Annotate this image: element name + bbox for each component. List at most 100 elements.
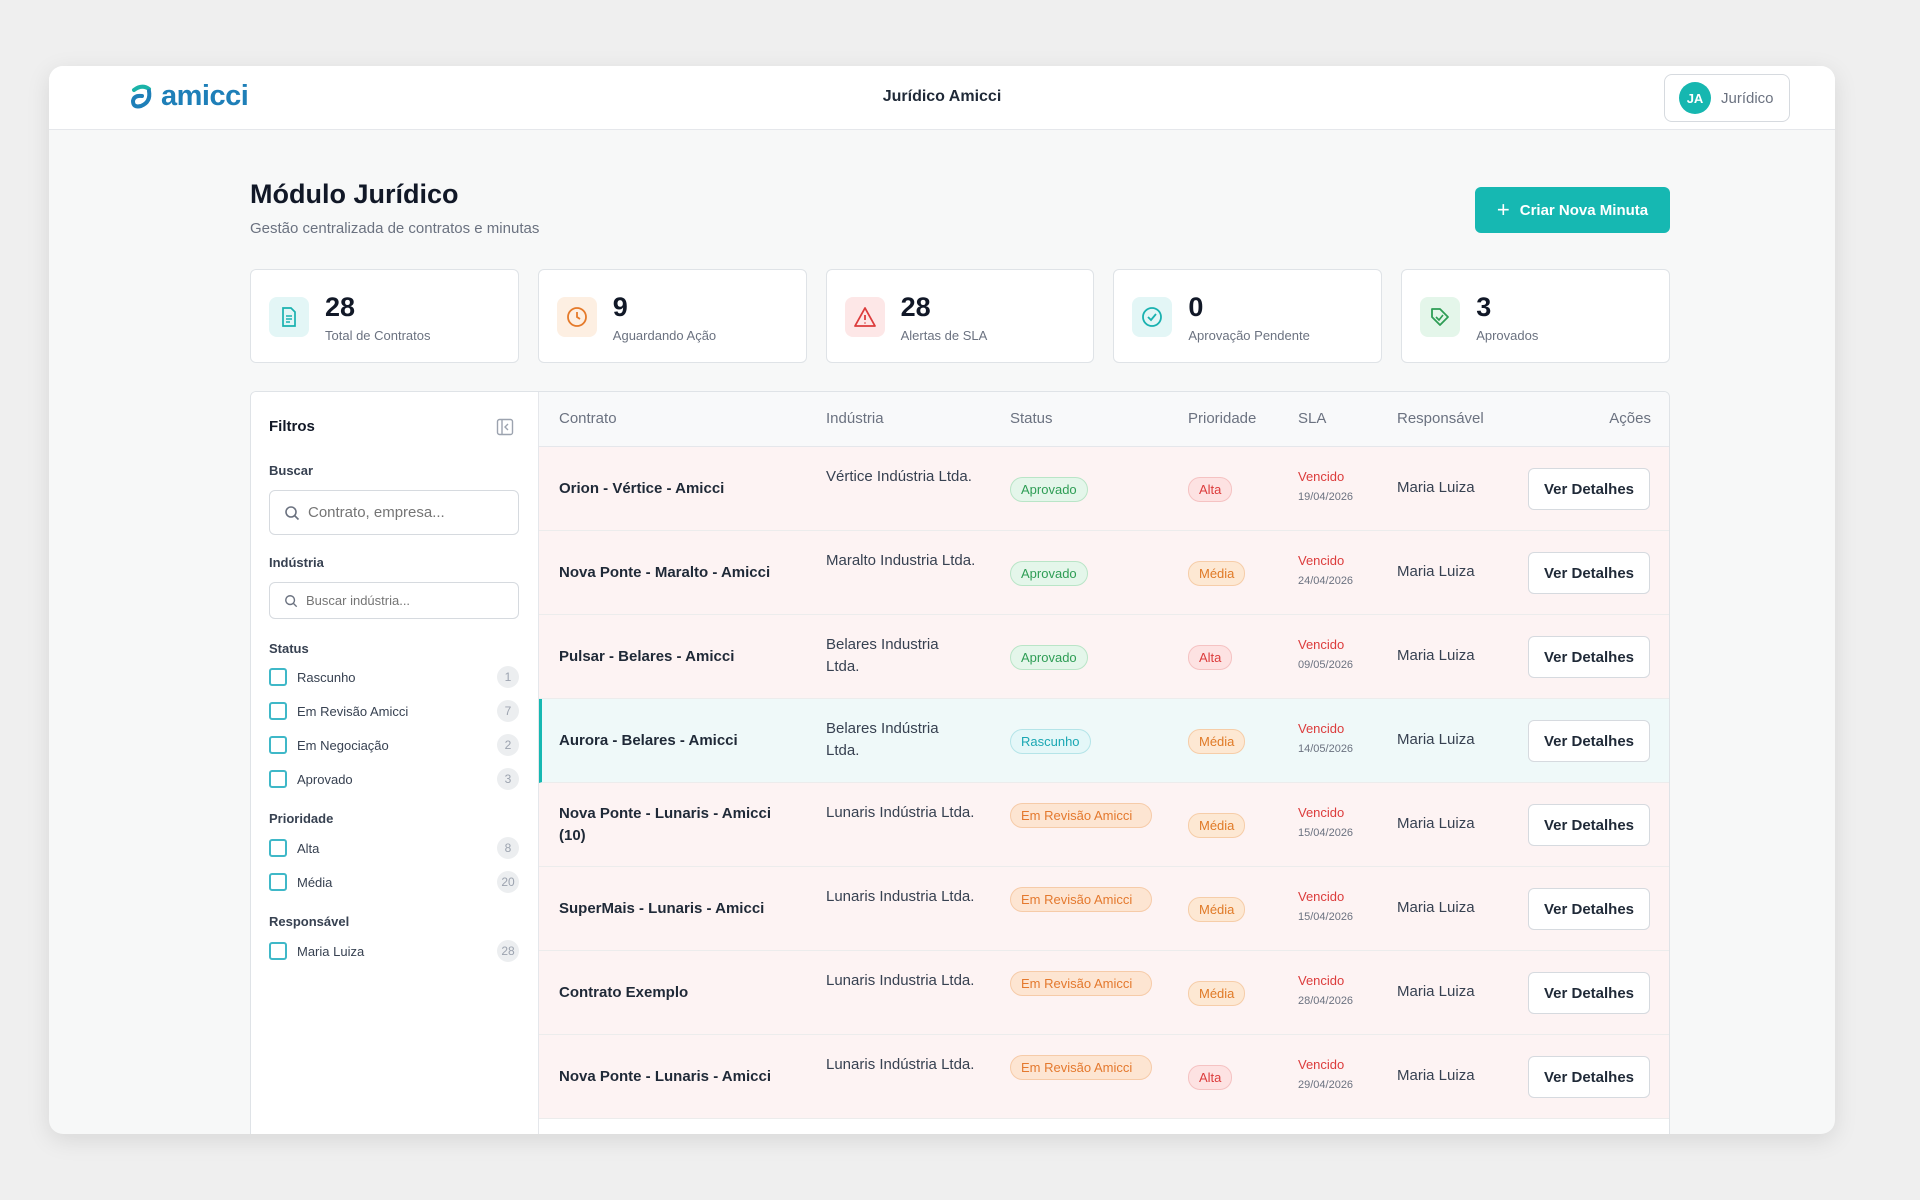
- checkbox[interactable]: [269, 770, 287, 788]
- column-header-contract[interactable]: Contrato: [559, 410, 617, 427]
- top-bar: amicci Jurídico Amicci JA Jurídico: [49, 66, 1835, 130]
- user-menu-button[interactable]: JA Jurídico: [1664, 74, 1790, 122]
- table-row[interactable]: SuperMais - Lunaris - Amicci Lunaris Indu…: [539, 867, 1669, 951]
- option-count: 20: [497, 871, 519, 893]
- view-details-button[interactable]: Ver Detalhes: [1528, 552, 1650, 594]
- sla-status: Vencido: [1298, 889, 1345, 904]
- column-header-status[interactable]: Status: [1010, 410, 1053, 427]
- checkbox[interactable]: [269, 668, 287, 686]
- sla-date: 15/04/2026: [1298, 911, 1354, 923]
- option-label: Média: [297, 874, 333, 890]
- column-header-actions: Ações: [1609, 410, 1651, 427]
- search-input[interactable]: [308, 504, 498, 521]
- clock-icon: [556, 297, 597, 337]
- checkbox[interactable]: [269, 942, 287, 960]
- table-row[interactable]: Nova Ponte - Lunaris - Amicci (10) Lunari…: [539, 783, 1669, 867]
- status-badge: Aprovado: [1010, 477, 1088, 502]
- column-header-industry[interactable]: Indústria: [826, 410, 884, 427]
- industry-name: Lunaris Indústria Ltda.: [826, 804, 975, 821]
- table-row[interactable]: Nova Ponte - Maralto - Amicci Maralto Ind…: [539, 531, 1669, 615]
- avatar: JA: [1679, 82, 1711, 114]
- view-details-button[interactable]: Ver Detalhes: [1528, 804, 1650, 846]
- filter-option-owner[interactable]: Maria Luiza 28: [269, 940, 519, 962]
- filter-option-status[interactable]: Em Revisão Amicci 7: [269, 700, 519, 722]
- filter-option-status[interactable]: Aprovado 3: [269, 768, 519, 790]
- table-row[interactable]: Aurora - Belares - Amicci Belares Indústr…: [539, 699, 1669, 783]
- option-count: 3: [497, 768, 519, 790]
- priority-badge: Média: [1188, 729, 1246, 754]
- industry-label: Indústria: [269, 555, 324, 570]
- priority-badge: Alta: [1188, 477, 1233, 502]
- column-header-owner[interactable]: Responsável: [1397, 410, 1484, 427]
- collapse-sidebar-icon[interactable]: [496, 418, 514, 436]
- checkbox[interactable]: [269, 839, 287, 857]
- filter-option-priority[interactable]: Alta 8: [269, 837, 519, 859]
- table-row[interactable]: Pulsar - Belares - Amicci Belares Industr…: [539, 615, 1669, 699]
- filters-sidebar: Filtros Buscar Indústria Status Rascunho…: [251, 392, 539, 1134]
- search-label: Buscar: [269, 463, 314, 478]
- status-badge: Em Revisão Amicci: [1010, 887, 1152, 912]
- stat-label: Alertas de SLA: [900, 328, 988, 343]
- owner-name: Maria Luiza: [1397, 563, 1475, 580]
- contracts-table: Contrato Indústria Status Prioridade SLA…: [539, 392, 1669, 1134]
- contract-name: Pulsar - Belares - Amicci: [559, 648, 735, 665]
- column-header-sla[interactable]: SLA: [1298, 410, 1326, 427]
- status-badge: Em Revisão Amicci: [1010, 971, 1152, 996]
- filter-option-status[interactable]: Em Negociação 2: [269, 734, 519, 756]
- create-draft-button[interactable]: + Criar Nova Minuta: [1475, 187, 1670, 233]
- checkbox[interactable]: [269, 873, 287, 891]
- owner-name: Maria Luiza: [1397, 983, 1475, 1000]
- option-count: 8: [497, 837, 519, 859]
- status-badge: Aprovado: [1010, 561, 1088, 586]
- approved-tag-icon: [1420, 297, 1461, 337]
- table-row[interactable]: Contrato Exemplo Lunaris Industria Ltda. E…: [539, 951, 1669, 1035]
- sla-date: 29/04/2026: [1298, 1079, 1354, 1091]
- document-icon: [269, 297, 309, 337]
- page-subtitle: Gestão centralizada de contratos e minut…: [250, 220, 540, 237]
- owner-name: Maria Luiza: [1397, 815, 1475, 832]
- checkbox[interactable]: [269, 736, 287, 754]
- view-details-button[interactable]: Ver Detalhes: [1528, 468, 1650, 510]
- checkbox[interactable]: [269, 702, 287, 720]
- option-label: Maria Luiza: [297, 943, 365, 959]
- sla-date: 09/05/2026: [1298, 659, 1354, 671]
- view-details-button[interactable]: Ver Detalhes: [1528, 888, 1650, 930]
- stat-value: 28: [900, 292, 931, 322]
- sla-status: Vencido: [1298, 637, 1345, 652]
- filter-option-status[interactable]: Rascunho 1: [269, 666, 519, 688]
- industry-name: Lunaris Industria Ltda.: [826, 972, 975, 989]
- warning-icon: [844, 297, 885, 337]
- industry-search-input[interactable]: [306, 593, 496, 608]
- contracts-panel: Filtros Buscar Indústria Status Rascunho…: [250, 391, 1670, 1134]
- sla-status: Vencido: [1298, 469, 1345, 484]
- option-label: Em Negociação: [297, 737, 389, 753]
- industry-name: Vértice Indústria Ltda.: [826, 468, 972, 485]
- industry-name: Lunaris Indústria Ltda.: [826, 1056, 975, 1073]
- contract-name: Contrato Exemplo: [559, 984, 689, 1001]
- create-draft-label: Criar Nova Minuta: [1519, 201, 1649, 219]
- sla-status: Vencido: [1298, 553, 1345, 568]
- stat-label: Aguardando Ação: [612, 328, 717, 343]
- column-header-priority[interactable]: Prioridade: [1188, 410, 1256, 427]
- stat-value: 9: [612, 292, 628, 322]
- view-details-button[interactable]: Ver Detalhes: [1528, 636, 1650, 678]
- app-window: amicci Jurídico Amicci JA Jurídico Módul…: [49, 66, 1835, 1134]
- contract-name: Nova Ponte - Lunaris - Amicci: [559, 1068, 771, 1085]
- search-field[interactable]: [269, 490, 519, 535]
- sla-status: Vencido: [1298, 1057, 1345, 1072]
- page-title: Módulo Jurídico: [250, 179, 459, 209]
- view-details-button[interactable]: Ver Detalhes: [1528, 972, 1650, 1014]
- filter-option-priority[interactable]: Média 20: [269, 871, 519, 893]
- priority-filter-label: Prioridade: [269, 811, 334, 826]
- table-row[interactable]: Nova Ponte - Lunaris - Amicci Lunaris Ind…: [539, 1035, 1669, 1119]
- industry-name: Belares Industria Ltda.: [826, 636, 939, 675]
- view-details-button[interactable]: Ver Detalhes: [1528, 1056, 1650, 1098]
- table-row[interactable]: Orion - Vértice - Amicci Vértice Indústri…: [539, 447, 1669, 531]
- industry-search-field[interactable]: [269, 582, 519, 619]
- view-details-button[interactable]: Ver Detalhes: [1528, 720, 1650, 762]
- stat-card-sla-alerts: 28 Alertas de SLA: [825, 269, 1095, 363]
- search-icon: [285, 505, 300, 520]
- status-badge: Em Revisão Amicci: [1010, 1055, 1152, 1080]
- option-count: 7: [497, 700, 519, 722]
- filters-title: Filtros: [269, 418, 315, 435]
